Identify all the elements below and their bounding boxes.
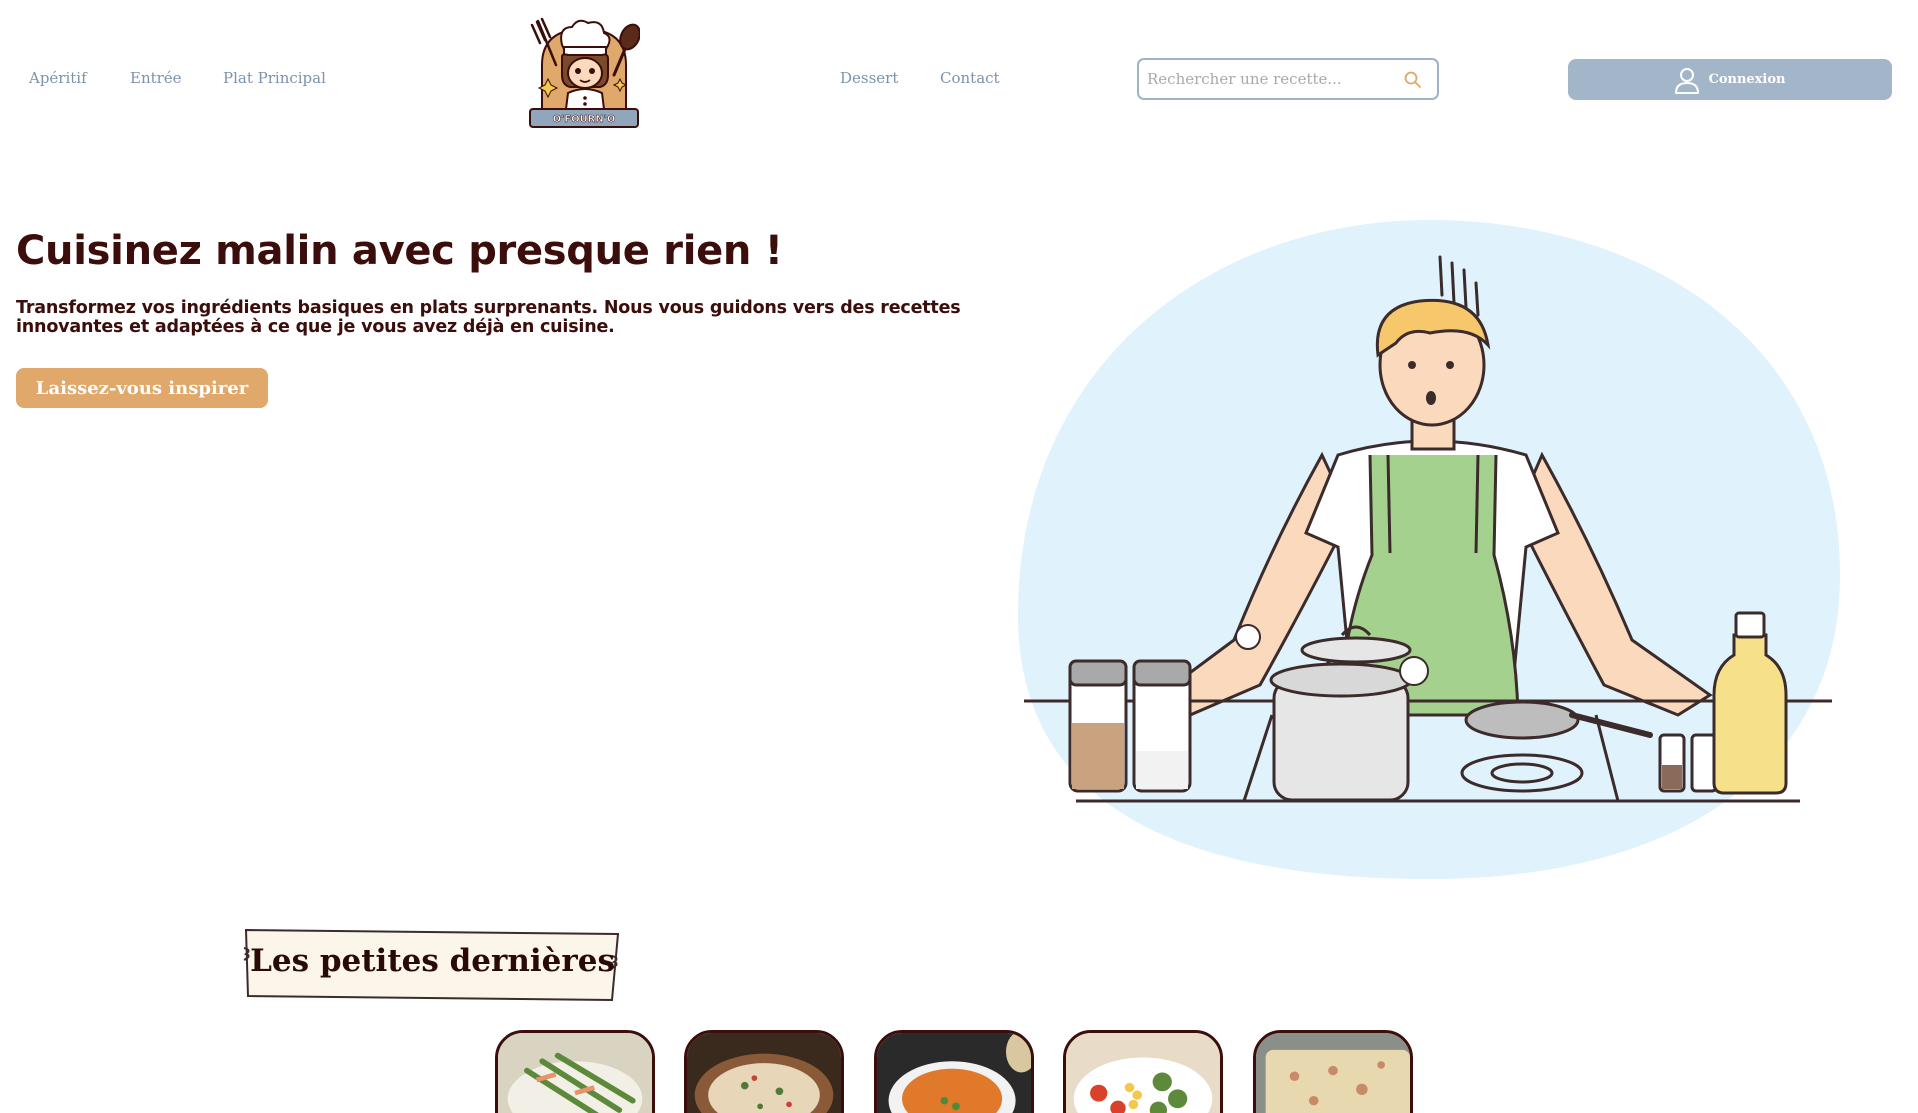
- recipe-card-4[interactable]: [1063, 1030, 1223, 1113]
- recipe-card-3[interactable]: [874, 1030, 1034, 1113]
- vegetable-salad-plate: [1066, 1033, 1220, 1113]
- penne-pasta-bowl: [687, 1033, 841, 1113]
- carrot-soup-bowl: [877, 1033, 1031, 1113]
- asparagus-salmon-dish: [498, 1033, 652, 1113]
- cooking-illustration: [1018, 220, 1840, 879]
- nav-plat-principal[interactable]: Plat Principal: [223, 69, 326, 87]
- search-input[interactable]: [1147, 66, 1397, 92]
- inspire-button[interactable]: Laissez-vous inspirer: [16, 368, 268, 408]
- nav-dessert[interactable]: Dessert: [840, 69, 898, 87]
- user-icon: [1675, 67, 1700, 94]
- recipe-card-1[interactable]: [495, 1030, 655, 1113]
- login-label: Connexion: [1708, 72, 1786, 87]
- latest-section-title: Les petites dernières: [250, 943, 615, 979]
- site-logo[interactable]: O'FOURN'O: [528, 13, 641, 131]
- recipe-card-2[interactable]: [684, 1030, 844, 1113]
- recipe-card-5[interactable]: [1253, 1030, 1413, 1113]
- login-button[interactable]: Connexion: [1568, 59, 1892, 100]
- nav-aperitif[interactable]: Apéritif: [29, 69, 87, 87]
- chef-logo-icon: O'FOURN'O: [529, 17, 641, 128]
- hero-title: Cuisinez malin avec presque rien !: [16, 228, 783, 274]
- gratin-dish: [1256, 1033, 1410, 1113]
- search-icon[interactable]: [1403, 70, 1423, 90]
- search-box: [1137, 58, 1439, 100]
- nav-entree[interactable]: Entrée: [130, 69, 182, 87]
- hero-subtitle: Transformez vos ingrédients basiques en …: [16, 298, 961, 337]
- nav-contact[interactable]: Contact: [940, 69, 1000, 87]
- logo-text: O'FOURN'O: [553, 114, 616, 125]
